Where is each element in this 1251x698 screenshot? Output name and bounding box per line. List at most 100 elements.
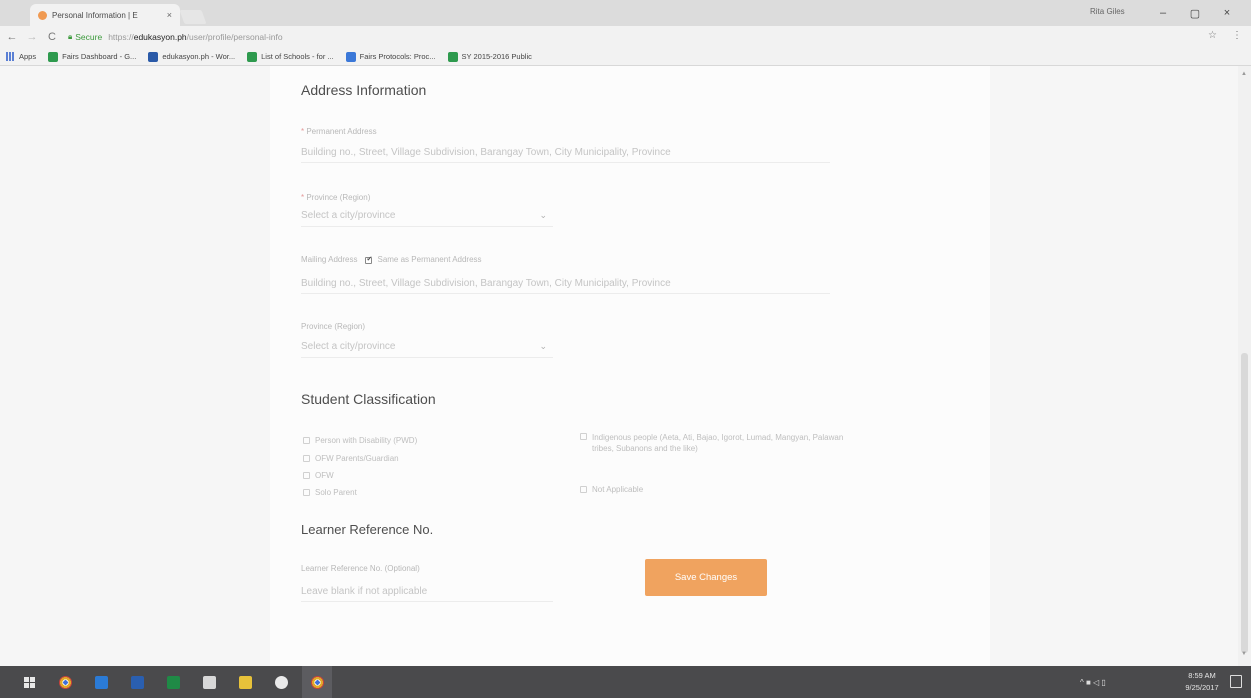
taskbar-store[interactable] [194,666,224,698]
taskbar-clock[interactable]: 8:59 AM 9/25/2017 [1180,670,1224,694]
secure-label: Secure [75,32,103,42]
store-icon [202,675,216,689]
bookmark-item[interactable]: List of Schools - for ... [247,51,334,62]
file-explorer-icon [94,675,108,689]
site-favicon-icon [38,10,47,20]
maximize-button[interactable]: ▢ [1180,4,1210,22]
scroll-down-icon[interactable]: ▼ [1241,651,1247,657]
profile-form-card: Address Information * Permanent Address … [270,66,990,666]
bookmark-label: Apps [19,52,37,61]
chrome-icon [58,675,72,689]
close-window-button[interactable]: × [1212,4,1242,22]
bookmark-star-icon[interactable]: ☆ [1208,30,1217,41]
province-select[interactable]: Select a city/province ⌄ [301,205,553,227]
chrome-icon [310,675,324,689]
bookmark-label: Fairs Dashboard - G... [62,52,137,61]
system-tray[interactable]: ^ ■ ◁ ▯ [1080,666,1106,698]
classification-section-title: Student Classification [301,391,436,407]
checkbox-icon [580,486,587,493]
taskbar-word[interactable] [122,666,152,698]
bookmark-label: List of Schools - for ... [261,52,334,61]
bookmark-item[interactable]: Fairs Dashboard - G... [48,51,137,62]
taskbar-excel[interactable] [158,666,188,698]
checkbox-checked-icon [365,255,373,264]
classification-ofw-parents-checkbox[interactable]: OFW Parents/Guardian [303,454,399,463]
chevron-down-icon: ⌄ [539,210,547,220]
checkbox-label: OFW Parents/Guardian [315,454,399,463]
bookmark-item[interactable]: edukasyon.ph - Wor... [148,51,236,62]
province-mailing-label: Province (Region) [301,322,366,331]
taskbar-chrome-active[interactable] [302,666,332,698]
lrn-input[interactable] [301,582,553,602]
sheets-icon [48,51,59,62]
screen: Personal Information | E × Rita Giles – … [0,0,1251,698]
bookmark-label: SY 2015-2016 Public [461,52,532,61]
taskbar-file-explorer[interactable] [86,666,116,698]
new-tab-button[interactable] [179,10,207,24]
page-scrollbar[interactable]: ▲ ▼ [1238,66,1251,666]
chevron-down-icon: ⌄ [539,341,547,351]
checkbox-label: OFW [315,471,334,480]
url-path: /user/profile/personal-info [186,32,283,42]
docs-icon [345,51,356,62]
classification-ofw-checkbox[interactable]: OFW [303,471,334,480]
taskbar-sticky-notes[interactable] [230,666,260,698]
save-changes-button[interactable]: Save Changes [645,559,767,596]
checkbox-icon [303,472,310,479]
checkbox-label: Solo Parent [315,488,357,497]
checkbox-icon [303,437,310,444]
classification-pwd-checkbox[interactable]: Person with Disability (PWD) [303,436,417,445]
page-content: Address Information * Permanent Address … [0,66,1251,666]
permanent-address-label: * Permanent Address [301,127,377,136]
bookmark-item[interactable]: Fairs Protocols: Proc... [345,51,436,62]
scroll-up-icon[interactable]: ▲ [1241,71,1247,77]
browser-titlebar: Personal Information | E × Rita Giles – … [0,0,1251,26]
mailing-address-input[interactable] [301,274,830,294]
same-as-permanent-label: Same as Permanent Address [377,255,482,264]
checkbox-label: Not Applicable [592,485,644,494]
clock-date: 9/25/2017 [1185,683,1219,692]
browser-menu-icon[interactable]: ⋮ [1232,30,1242,41]
classification-solo-parent-checkbox[interactable]: Solo Parent [303,488,357,497]
taskbar-app[interactable] [266,666,296,698]
scrollbar-thumb[interactable] [1241,353,1248,653]
same-as-permanent-checkbox[interactable]: Same as Permanent Address [365,255,482,264]
reload-button[interactable]: C [44,29,60,45]
checkbox-label: Indigenous people (Aeta, Ati, Bajao, Igo… [592,433,844,453]
province-mailing-select[interactable]: Select a city/province ⌄ [301,336,553,358]
back-button[interactable]: ← [4,29,20,45]
tab-close-icon[interactable]: × [167,10,172,20]
taskbar-chrome[interactable] [50,666,80,698]
start-button[interactable] [14,666,44,698]
mailing-address-label-row: Mailing Address Same as Permanent Addres… [301,255,482,265]
browser-tab[interactable]: Personal Information | E × [30,4,180,26]
windows-logo-icon [23,676,35,688]
lrn-label: Learner Reference No. (Optional) [301,564,420,573]
classification-indigenous-checkbox[interactable]: Indigenous people (Aeta, Ati, Bajao, Igo… [580,432,847,454]
notification-center-icon[interactable] [1230,675,1242,688]
permanent-address-input[interactable] [301,143,830,163]
province-label: * Province (Region) [301,193,371,202]
browser-toolbar: ← → C 🔒︎ Secure https:// edukasyon.ph /u… [0,26,1251,48]
app-icon [274,675,288,689]
bookmark-item[interactable]: SY 2015-2016 Public [447,51,532,62]
address-bar[interactable]: 🔒︎ Secure https:// edukasyon.ph /user/pr… [68,32,283,42]
province-select-value: Select a city/province [301,210,396,221]
province-mailing-select-value: Select a city/province [301,341,396,352]
checkbox-icon [303,489,310,496]
excel-icon [166,675,180,689]
wordpress-icon [148,51,159,62]
minimize-button[interactable]: – [1148,4,1178,22]
bookmark-label: edukasyon.ph - Wor... [162,52,236,61]
forward-button[interactable]: → [24,29,40,45]
sheets-icon [447,51,458,62]
sticky-notes-icon [238,675,252,689]
word-icon [130,675,144,689]
classification-not-applicable-checkbox[interactable]: Not Applicable [580,485,643,494]
bookmark-apps[interactable]: Apps [6,52,36,61]
mailing-address-label: Mailing Address [301,255,358,264]
url-scheme: https:// [108,32,134,42]
bookmarks-bar: Apps Fairs Dashboard - G... edukasyon.ph… [0,48,1251,66]
profile-name[interactable]: Rita Giles [1090,7,1125,16]
url-host: edukasyon.ph [133,32,187,42]
